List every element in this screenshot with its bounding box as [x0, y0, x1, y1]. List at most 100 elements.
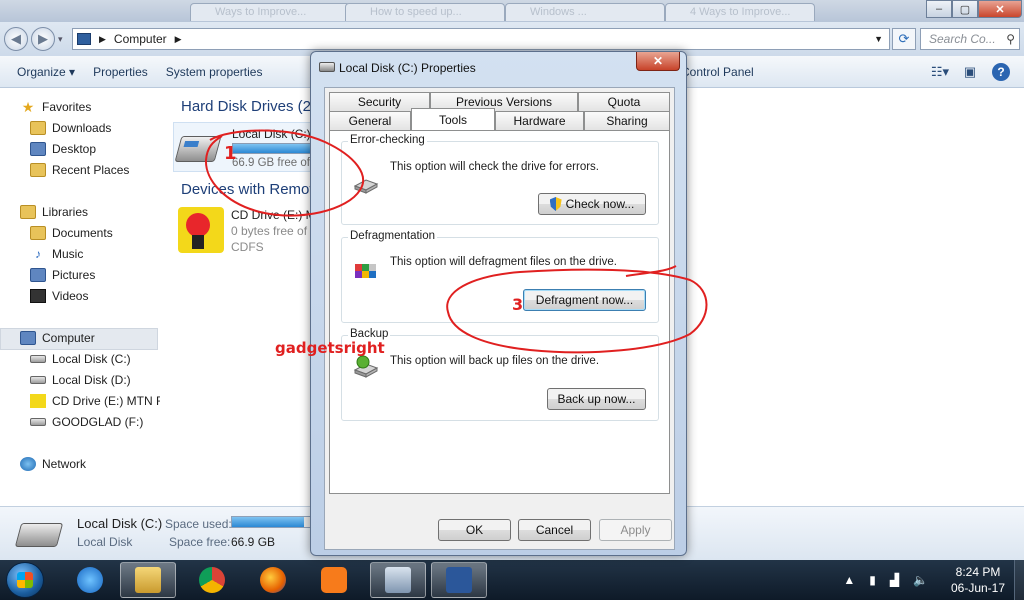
word-task[interactable] — [431, 562, 487, 598]
tab-quota[interactable]: Quota — [578, 92, 670, 111]
defragmentation-title: Defragmentation — [348, 230, 438, 242]
breadcrumb-computer[interactable]: Computer — [114, 32, 167, 46]
ok-button[interactable]: OK — [438, 519, 511, 541]
system-properties-button[interactable]: System properties — [157, 60, 272, 84]
hdd-group-header[interactable]: Hard Disk Drives (2) — [181, 98, 316, 115]
tab-general[interactable]: General — [329, 111, 411, 130]
chevron-right-icon[interactable]: ▶ — [175, 34, 182, 45]
keyboard-app-task[interactable] — [370, 562, 426, 598]
show-hidden-icons[interactable]: ▲ — [843, 573, 855, 587]
nav-libraries[interactable]: Libraries — [20, 202, 88, 222]
network-status-icon[interactable]: ▟ — [890, 573, 899, 587]
address-bar[interactable]: ▶ Computer ▶ ▼ — [72, 28, 890, 50]
view-controls: ☷▾ ▣ ? — [931, 56, 1024, 88]
firefox-task[interactable] — [245, 562, 301, 598]
usb-drive-icon — [30, 418, 46, 426]
tab-sharing[interactable]: Sharing — [584, 111, 670, 130]
close-button[interactable]: ✕ — [978, 0, 1022, 18]
battery-icon[interactable]: ▮ — [869, 573, 876, 587]
clock[interactable]: 8:24 PM 06-Jun-17 — [942, 564, 1014, 596]
local-disk-c-tile[interactable]: Local Disk (C:) 66.9 GB free of — [173, 122, 333, 172]
cd-drive-icon[interactable] — [178, 207, 224, 253]
chrome-task[interactable] — [184, 562, 240, 598]
preview-pane-icon[interactable]: ▣ — [962, 64, 978, 80]
cancel-button[interactable]: Cancel — [518, 519, 591, 541]
nav-desktop[interactable]: Desktop — [30, 139, 96, 159]
nav-favorites[interactable]: ★ Favorites — [20, 97, 92, 117]
nav-label: Network — [42, 457, 87, 471]
check-now-button[interactable]: Check now... — [538, 193, 646, 215]
keyboard-icon — [385, 567, 411, 593]
nav-label: Computer — [42, 331, 95, 345]
nav-downloads[interactable]: Downloads — [30, 118, 111, 138]
properties-button[interactable]: Properties — [84, 60, 157, 84]
star-icon: ★ — [21, 98, 35, 115]
nav-computer[interactable]: Computer — [20, 328, 95, 348]
chevron-right-icon[interactable]: ▶ — [99, 34, 106, 45]
browser-tab[interactable]: How to speed up... — [345, 3, 505, 21]
start-button[interactable] — [6, 562, 44, 598]
hard-drive-icon — [30, 355, 46, 363]
music-icon: ♪ — [35, 247, 41, 261]
space-used-label: Space used: — [165, 517, 232, 531]
nav-goodglad-f[interactable]: GOODGLAD (F:) — [30, 412, 143, 432]
backup-now-button[interactable]: Back up now... — [547, 388, 646, 410]
folder-icon — [135, 567, 161, 593]
explorer-task[interactable] — [120, 562, 176, 598]
nav-documents[interactable]: Documents — [30, 223, 113, 243]
nav-pictures[interactable]: Pictures — [30, 265, 95, 285]
nav-label: GOODGLAD (F:) — [52, 415, 144, 429]
drive-name: Local Disk (C:) — [232, 127, 311, 141]
organize-menu[interactable]: Organize ▾ — [8, 60, 84, 84]
maximize-button[interactable]: ▢ — [952, 0, 978, 18]
change-view-icon[interactable]: ☷▾ — [931, 64, 949, 80]
search-input[interactable]: Search Co... ⚲ — [920, 28, 1020, 50]
search-icon[interactable]: ⚲ — [1006, 32, 1015, 46]
nav-label: Desktop — [52, 142, 97, 156]
internet-explorer-task[interactable] — [62, 562, 118, 598]
network-icon — [20, 457, 36, 471]
computer-icon — [20, 331, 36, 345]
nav-local-disk-c[interactable]: Local Disk (C:) — [30, 349, 131, 369]
drive-usage-fill — [233, 144, 312, 153]
nav-label: Libraries — [42, 205, 89, 219]
nav-cd-drive-e[interactable]: CD Drive (E:) MTN F — [30, 391, 163, 411]
word-icon — [446, 567, 472, 593]
uc-browser-task[interactable] — [306, 562, 362, 598]
annotation-number-3: 3 — [512, 295, 524, 314]
tab-hardware[interactable]: Hardware — [495, 111, 584, 130]
nav-network[interactable]: Network — [20, 454, 86, 474]
desktop-icon — [30, 142, 46, 156]
help-icon[interactable]: ? — [992, 63, 1010, 81]
annotation-number-1: 1 — [224, 143, 237, 164]
volume-icon[interactable]: 🔈 — [913, 573, 928, 587]
nav-recent-places[interactable]: Recent Places — [30, 160, 129, 180]
forward-button[interactable]: ▶ — [31, 27, 55, 51]
nav-label: Recent Places — [52, 163, 130, 177]
nav-videos[interactable]: Videos — [30, 286, 88, 306]
apply-button[interactable]: Apply — [599, 519, 672, 541]
uc-browser-icon — [321, 567, 347, 593]
nav-music[interactable]: ♪ Music — [30, 244, 83, 264]
recent-pages-dropdown[interactable]: ▾ — [58, 34, 63, 45]
nav-label: CD Drive (E:) MTN F — [52, 394, 164, 408]
tab-tools[interactable]: Tools — [411, 108, 495, 130]
chrome-icon — [199, 567, 225, 593]
nav-label: Music — [52, 247, 84, 261]
browser-tab[interactable]: Windows ... — [505, 3, 665, 21]
refresh-button[interactable]: ⟳ — [892, 28, 916, 50]
browser-tab[interactable]: 4 Ways to Improve... — [665, 3, 815, 21]
clock-time: 8:24 PM — [955, 565, 1001, 579]
space-free-value: 66.9 GB — [231, 535, 276, 549]
backup-icon — [353, 355, 379, 378]
browser-tab[interactable]: Ways to Improve... — [190, 3, 350, 21]
defragment-now-button[interactable]: Defragment now... — [523, 289, 646, 311]
cd-drive-free: 0 bytes free of — [231, 224, 308, 238]
nav-local-disk-d[interactable]: Local Disk (D:) — [30, 370, 131, 390]
back-button[interactable]: ◀ — [4, 27, 28, 51]
dialog-close-button[interactable]: ✕ — [636, 52, 680, 71]
show-desktop-button[interactable] — [1014, 560, 1024, 600]
address-dropdown[interactable]: ▼ — [874, 34, 883, 44]
system-tray: ▲ ▮ ▟ 🔈 8:24 PM 06-Jun-17 — [843, 560, 1024, 600]
minimize-button[interactable]: – — [926, 0, 952, 18]
